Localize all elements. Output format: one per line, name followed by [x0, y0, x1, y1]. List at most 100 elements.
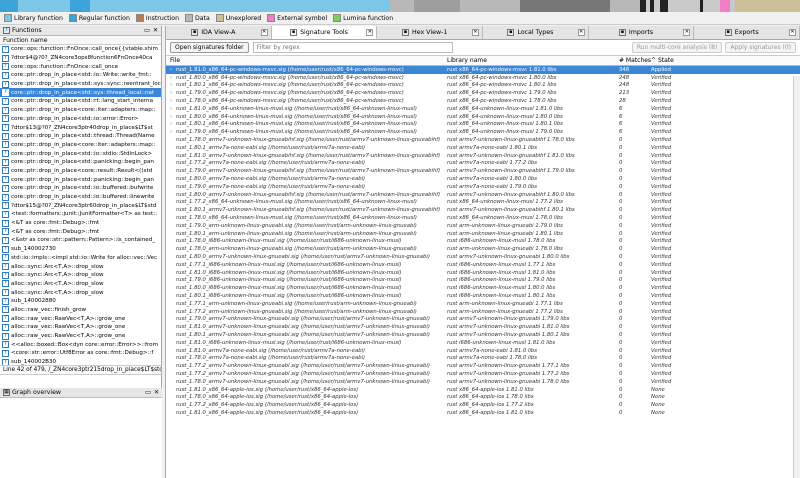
- table-row[interactable]: rust_1.77.2_x86_64-apple-ios.sig (/home/…: [166, 401, 800, 409]
- function-list-item[interactable]: f core::ops::function::FnOnce::call_once: [0, 62, 161, 71]
- table-row[interactable]: rust_1.77.1_arm-unknown-linux-gnueabi.si…: [166, 300, 800, 308]
- close-icon[interactable]: ✕: [260, 29, 268, 36]
- tab-signature[interactable]: ▪ Signature Tools ✕: [271, 26, 378, 39]
- function-list-item[interactable]: f sub_140002880: [0, 297, 161, 306]
- table-row[interactable]: rust_1.81.0_armv7-unknown-linux-gnueabi.…: [166, 323, 800, 331]
- library-name-column-header[interactable]: Library name: [447, 57, 619, 64]
- function-list-item[interactable]: f <&T as core::fmt::Debug>::fmt: [0, 219, 161, 228]
- function-list-item[interactable]: f <test::formatters::junit::JunitFormatte…: [0, 210, 161, 219]
- function-list-item[interactable]: f ?dtor$13@?0?_ZN4core3ptr40drop_in_place…: [0, 123, 161, 132]
- table-row[interactable]: rust_1.80.1_armv7-unknown-linux-gnueabih…: [166, 206, 800, 214]
- table-row[interactable]: rust_1.81.0_x86_64-apple-ios.sig (/home/…: [166, 386, 800, 394]
- function-list-item[interactable]: f <&str as core::str::pattern::Pattern>::…: [0, 236, 161, 245]
- table-row[interactable]: rust_1.80.1_arm-unknown-linux-gnueabi.si…: [166, 230, 800, 238]
- open-signatures-folder-button[interactable]: Open signatures folder: [170, 42, 249, 53]
- table-row[interactable]: rust_1.80.0_i686-unknown-linux-musl.sig …: [166, 284, 800, 292]
- table-row[interactable]: rust_1.78.0_x86_64-unknown-linux-musl.si…: [166, 214, 800, 222]
- float-icon[interactable]: ▭: [145, 389, 151, 396]
- function-list-item[interactable]: f core::ptr::drop_in_place<core::result::…: [0, 167, 161, 176]
- state-column-header[interactable]: ^ State: [651, 57, 691, 64]
- table-row[interactable]: rust_1.77.1_i686-unknown-linux-musl.sig …: [166, 261, 800, 269]
- filter-input[interactable]: [252, 42, 453, 53]
- close-icon[interactable]: ✕: [366, 29, 374, 36]
- table-row[interactable]: › rust_1.79.0_x86_64-unknown-linux-musl.s…: [166, 128, 800, 136]
- table-row[interactable]: rust_1.77.2_armv7-unknown-linux-gnueabi.…: [166, 370, 800, 378]
- tab-exports[interactable]: ▪ Exports ✕: [694, 26, 800, 39]
- close-icon[interactable]: ✕: [154, 389, 159, 396]
- table-row[interactable]: rust_1.81.0_i686-unknown-linux-musl.sig …: [166, 339, 800, 347]
- table-row[interactable]: rust_1.77.2_arm-unknown-linux-gnueabi.si…: [166, 308, 800, 316]
- table-row[interactable]: rust_1.79.0_arm-unknown-linux-gnueabi.si…: [166, 222, 800, 230]
- table-row[interactable]: rust_1.79.0_i686-unknown-linux-musl.sig …: [166, 277, 800, 285]
- close-icon[interactable]: ✕: [472, 29, 480, 36]
- table-row[interactable]: rust_1.80.1_i686-unknown-linux-musl.sig …: [166, 292, 800, 300]
- function-list-item[interactable]: f <&T as core::fmt::Debug>::fmt: [0, 227, 161, 236]
- table-row[interactable]: rust_1.80.0_armv7-unknown-linux-gnueabih…: [166, 191, 800, 199]
- table-row[interactable]: rust_1.79.0_armv7-unknown-linux-gnueabih…: [166, 167, 800, 175]
- close-icon[interactable]: ✕: [683, 29, 691, 36]
- function-list-item[interactable]: f core::ptr::drop_in_place<std::io::stdio…: [0, 149, 161, 158]
- table-row[interactable]: rust_1.78.0_armv7-unknown-linux-gnueabi.…: [166, 378, 800, 386]
- table-row[interactable]: rust_1.79.0_armv7-unknown-linux-gnueabi.…: [166, 316, 800, 324]
- float-icon[interactable]: ▭: [144, 27, 150, 34]
- function-list-item[interactable]: f alloc::sync::Arc<T,A>::drop_slow: [0, 280, 161, 289]
- table-row[interactable]: rust_1.80.0_armv7a-none-eabi.sig (/home/…: [166, 175, 800, 183]
- function-list-item[interactable]: f ?dtor$15@?0?_ZN4core3ptr60drop_in_place…: [0, 201, 161, 210]
- navigation-band[interactable]: [0, 0, 800, 12]
- function-list-item[interactable]: f core::ptr::drop_in_place<std::sys::thre…: [0, 88, 161, 98]
- table-row[interactable]: rust_1.78.0_x86_64-apple-ios.sig (/home/…: [166, 393, 800, 401]
- function-list-item[interactable]: f core::ptr::drop_in_place<std::thread::T…: [0, 132, 161, 141]
- table-row[interactable]: rust_1.81.0_x86_64-apple-ios.sig (/home/…: [166, 409, 800, 417]
- close-icon[interactable]: ✕: [153, 27, 158, 34]
- table-row[interactable]: rust_1.80.1_armv7a-none-eabi.sig (/home/…: [166, 144, 800, 152]
- table-row[interactable]: › rust_1.81.0_x86_64-pc-windows-msvc.sig …: [166, 66, 800, 74]
- table-row[interactable]: › rust_1.79.0_x86_64-pc-windows-msvc.sig …: [166, 89, 800, 97]
- table-row[interactable]: › rust_1.80.1_x86_64-unknown-linux-musl.s…: [166, 121, 800, 129]
- function-list-item[interactable]: f core::ptr::drop_in_place<std::io::buffe…: [0, 184, 161, 193]
- apply-signatures-button[interactable]: Apply signatures (0): [725, 42, 796, 53]
- close-icon[interactable]: ✕: [789, 29, 797, 36]
- close-icon[interactable]: ✕: [577, 29, 585, 36]
- function-list-item[interactable]: f alloc::raw_vec::RawVec<T,A>::grow_one: [0, 314, 161, 323]
- function-list-item[interactable]: f <core::str::error::Utf8Error as core::f…: [0, 349, 161, 358]
- table-row[interactable]: rust_1.80.0_armv7-unknown-linux-gnueabi.…: [166, 253, 800, 261]
- tab-ida-view[interactable]: ▪ IDA View-A ✕: [166, 26, 272, 39]
- function-list-item[interactable]: f alloc::sync::Arc<T,A>::drop_slow: [0, 271, 161, 280]
- function-list-item[interactable]: f sub_140002B30: [0, 358, 161, 365]
- function-list-item[interactable]: f <<alloc::boxed::Box<dyn core::error::Er…: [0, 340, 161, 349]
- function-list-item[interactable]: f std::io::impls::<impl std::io::Write fo…: [0, 254, 161, 263]
- table-row[interactable]: rust_1.80.1_armv7-unknown-linux-gnueabi.…: [166, 331, 800, 339]
- function-list-item[interactable]: f core::ptr::drop_in_place<std::sys::sync…: [0, 80, 161, 89]
- function-list-item[interactable]: f sub_140002730: [0, 245, 161, 254]
- function-list-item[interactable]: f core::ptr::drop_in_place<core::iter::ad…: [0, 141, 161, 150]
- function-list[interactable]: f core::ops::function::FnOnce::call_once{…: [0, 45, 161, 365]
- function-list-item[interactable]: f alloc::sync::Arc<T,A>::drop_slow: [0, 288, 161, 297]
- matches-column-header[interactable]: # Matches: [619, 57, 651, 64]
- table-row[interactable]: › rust_1.80.0_x86_64-pc-windows-msvc.sig …: [166, 74, 800, 82]
- table-row[interactable]: rust_1.78.0_arm-unknown-linux-gnueabi.si…: [166, 245, 800, 253]
- table-row[interactable]: rust_1.79.0_armv7a-none-eabi.sig (/home/…: [166, 183, 800, 191]
- tab-local-types[interactable]: ▪ Local Types ✕: [483, 26, 589, 39]
- tab-hex-view[interactable]: ▪ Hex View-1 ✕: [377, 26, 484, 39]
- function-list-item[interactable]: f core::ptr::drop_in_place<std::rt::lang_…: [0, 97, 161, 106]
- table-row[interactable]: rust_1.77.2_armv7-unknown-linux-gnueabi.…: [166, 362, 800, 370]
- function-list-item[interactable]: f core::ptr::drop_in_place<std::panicking…: [0, 175, 161, 184]
- function-list-item[interactable]: f alloc::sync::Arc<T,A>::drop_slow: [0, 262, 161, 271]
- table-row[interactable]: › rust_1.78.0_x86_64-pc-windows-msvc.sig …: [166, 97, 800, 105]
- function-list-item[interactable]: f core::ptr::drop_in_place<std::io::buffe…: [0, 193, 161, 202]
- table-row[interactable]: rust_1.78.0_i686-unknown-linux-musl.sig …: [166, 238, 800, 246]
- table-row[interactable]: rust_1.77.2_x86_64-unknown-linux-musl.si…: [166, 199, 800, 207]
- function-list-item[interactable]: f alloc::raw_vec::RawVec<T,A>::grow_one: [0, 323, 161, 332]
- function-list-item[interactable]: f core::ptr::drop_in_place<std::panicking…: [0, 158, 161, 167]
- function-list-item[interactable]: f core::ops::function::FnOnce::call_once{…: [0, 45, 161, 54]
- signature-table[interactable]: › rust_1.81.0_x86_64-pc-windows-msvc.sig …: [166, 66, 800, 417]
- function-name-column-header[interactable]: Function name: [0, 36, 161, 45]
- function-list-item[interactable]: f alloc::raw_vec::RawVec<T,A>::grow_one: [0, 332, 161, 341]
- function-list-item[interactable]: f core::ptr::drop_in_place<std::io::Write…: [0, 71, 161, 80]
- table-row[interactable]: › rust_1.80.0_x86_64-unknown-linux-musl.s…: [166, 113, 800, 121]
- function-list-item[interactable]: f ?dtor$4@?0?_ZN4core3ops8function6FnOnce…: [0, 54, 161, 63]
- table-row[interactable]: rust_1.81.0_i686-unknown-linux-musl.sig …: [166, 269, 800, 277]
- vertical-scrollbar[interactable]: [793, 76, 800, 478]
- table-row[interactable]: rust_1.81.0_armv7a-none-eabi.sig (/home/…: [166, 347, 800, 355]
- table-row[interactable]: › rust_1.81.0_x86_64-unknown-linux-musl.s…: [166, 105, 800, 113]
